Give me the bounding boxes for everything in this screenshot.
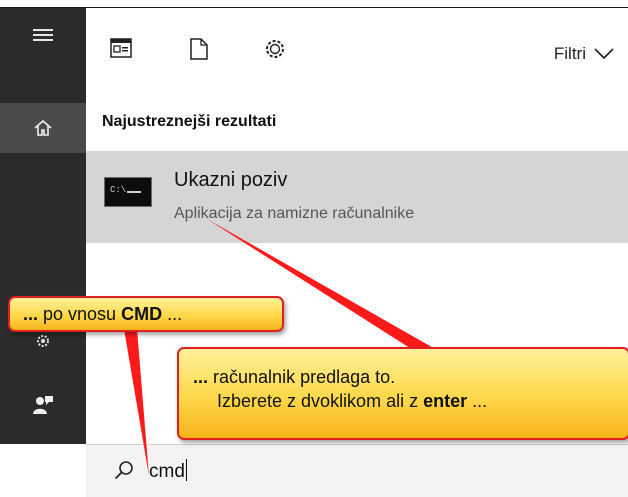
callout-right-line1: računalnik predlaga to. bbox=[208, 367, 396, 387]
callout-right-lead: ... bbox=[193, 367, 209, 387]
callout-left-bold: CMD bbox=[121, 304, 163, 324]
callout-left-trail: ... bbox=[162, 304, 183, 324]
callout-right-line2: Izberete z dvoklikom ali z bbox=[217, 391, 424, 411]
callout-right-bold: enter bbox=[423, 391, 468, 411]
callout-left-lead: ... bbox=[23, 304, 39, 324]
callout-result-hint: ... računalnik predlaga to. Izberete z d… bbox=[177, 347, 628, 440]
callout-left-text: po vnosu bbox=[38, 304, 122, 324]
callout-right-trail: ... bbox=[467, 391, 488, 411]
callout-search-hint: ... po vnosu CMD ... bbox=[8, 296, 284, 332]
arrow-to-search bbox=[124, 329, 149, 476]
